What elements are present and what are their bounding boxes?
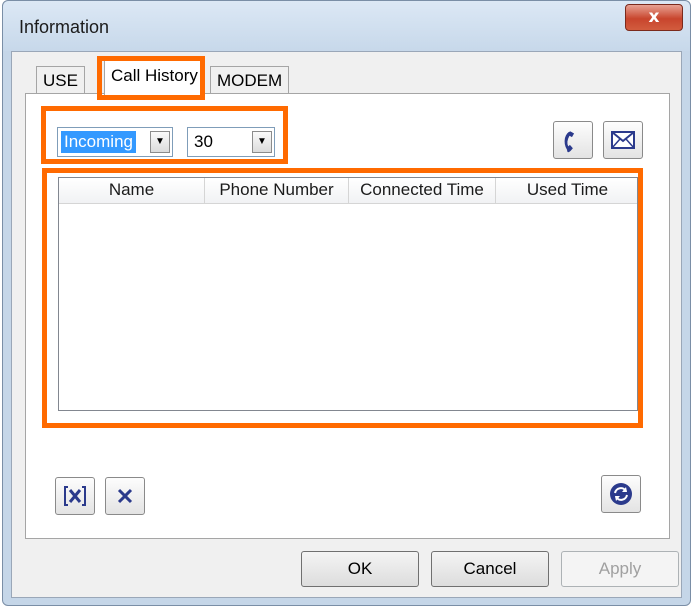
cancel-button[interactable]: Cancel xyxy=(431,551,549,587)
column-label: Used Time xyxy=(526,180,609,199)
column-label: Name xyxy=(108,180,155,199)
call-button[interactable] xyxy=(553,121,593,159)
window-title: Information xyxy=(19,17,110,37)
call-type-select[interactable]: Incoming ▼ xyxy=(57,127,173,157)
call-history-table[interactable]: Name Phone Number Connected Time Used Ti… xyxy=(58,177,638,411)
column-label: Phone Number xyxy=(219,180,334,199)
count-value: 30 xyxy=(194,132,213,151)
chevron-down-icon[interactable]: ▼ xyxy=(252,131,272,153)
refresh-button[interactable] xyxy=(601,475,641,513)
refresh-icon xyxy=(610,483,632,505)
tab-use[interactable]: USE xyxy=(36,66,85,94)
envelope-icon xyxy=(611,131,635,149)
message-button[interactable] xyxy=(603,121,643,159)
close-icon: x xyxy=(648,7,660,27)
column-header-phone-number[interactable]: Phone Number xyxy=(205,178,349,204)
information-window: Information x USE Call History MODEM Inc… xyxy=(2,0,691,606)
table-header: Name Phone Number Connected Time Used Ti… xyxy=(59,178,637,204)
phone-icon xyxy=(564,131,575,153)
delete-selected-icon xyxy=(64,486,86,506)
close-button[interactable]: x xyxy=(625,4,683,31)
delete-selected-button[interactable] xyxy=(55,477,95,515)
column-header-connected-time[interactable]: Connected Time xyxy=(349,178,496,204)
tab-label: MODEM xyxy=(217,71,283,90)
column-header-used-time[interactable]: Used Time xyxy=(496,178,639,204)
tab-label: Call History xyxy=(111,66,198,85)
count-select[interactable]: 30 ▼ xyxy=(187,127,275,157)
column-label: Connected Time xyxy=(360,180,484,199)
title-bar[interactable]: Information x xyxy=(3,1,690,51)
column-header-name[interactable]: Name xyxy=(59,178,205,204)
call-type-value: Incoming xyxy=(61,131,136,153)
delete-icon xyxy=(117,488,133,504)
tab-modem[interactable]: MODEM xyxy=(210,66,290,94)
tab-label: USE xyxy=(43,71,78,90)
tab-call-history[interactable]: Call History xyxy=(104,60,205,96)
chevron-down-icon[interactable]: ▼ xyxy=(150,131,170,153)
ok-button[interactable]: OK xyxy=(301,551,419,587)
apply-button[interactable]: Apply xyxy=(561,551,679,587)
delete-button[interactable] xyxy=(105,477,145,515)
